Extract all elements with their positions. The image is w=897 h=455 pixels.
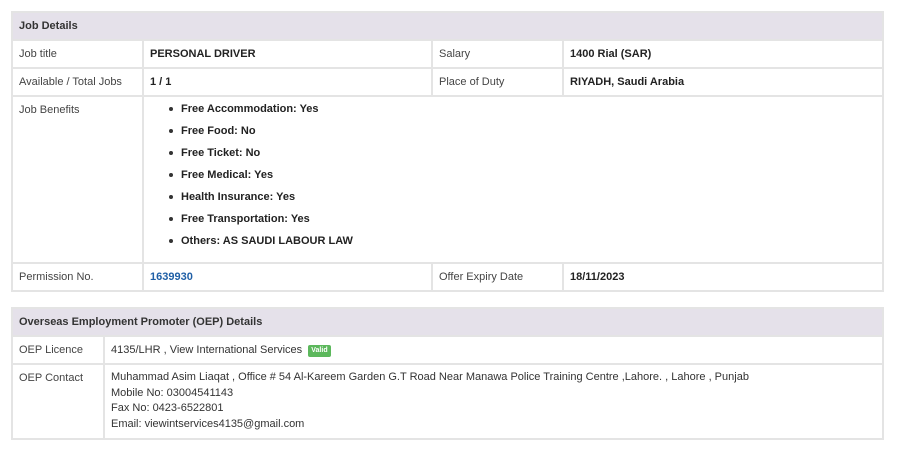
benefit-text: Free Medical: Yes (181, 169, 274, 181)
job-benefits-label: Job Benefits (11, 95, 144, 264)
bullet-icon (169, 195, 173, 199)
job-benefits-cell: Free Accommodation: Yes Free Food: No Fr… (142, 95, 884, 264)
salary-value: 1400 Rial (SAR) (562, 39, 884, 69)
oep-details-table: Overseas Employment Promoter (OEP) Detai… (11, 307, 884, 440)
benefit-text: Free Ticket: No (181, 147, 261, 159)
jobs-count-value: 1 / 1 (142, 67, 433, 97)
oep-details-header: Overseas Employment Promoter (OEP) Detai… (11, 307, 884, 337)
benefit-item: Free Food: No (167, 124, 876, 146)
oep-contact-address: Muhammad Asim Liaqat , Office # 54 Al-Ka… (111, 371, 749, 383)
benefit-item: Free Ticket: No (167, 146, 876, 168)
oep-contact-cell: Muhammad Asim Liaqat , Office # 54 Al-Ka… (103, 363, 884, 440)
benefit-text: Free Accommodation: Yes (181, 103, 319, 115)
benefit-item: Free Transportation: Yes (167, 212, 876, 234)
bullet-icon (169, 151, 173, 155)
valid-status-badge: Valid (308, 345, 331, 357)
bullet-icon (169, 107, 173, 111)
bullet-icon (169, 217, 173, 221)
oep-contact-label: OEP Contact (11, 363, 105, 440)
salary-label: Salary (431, 39, 564, 69)
offer-expiry-value: 18/11/2023 (562, 262, 884, 292)
place-of-duty-label: Place of Duty (431, 67, 564, 97)
job-details-header: Job Details (11, 11, 884, 41)
oep-licence-value: 4135/LHR , View International Services (111, 344, 303, 356)
job-title-value: PERSONAL DRIVER (142, 39, 433, 69)
benefit-item: Free Medical: Yes (167, 168, 876, 190)
benefit-text: Health Insurance: Yes (181, 191, 296, 203)
oep-mobile: Mobile No: 03004541143 (111, 386, 234, 399)
bullet-icon (169, 173, 173, 177)
place-of-duty-value: RIYADH, Saudi Arabia (562, 67, 884, 97)
permission-label: Permission No. (11, 262, 144, 292)
benefit-item: Health Insurance: Yes (167, 190, 876, 212)
job-details-table: Job Details Job title PERSONAL DRIVER Sa… (11, 11, 884, 292)
permission-number-link[interactable]: 1639930 (150, 271, 193, 283)
oep-fax: Fax No: 0423-6522801 (111, 402, 224, 414)
jobs-count-label: Available / Total Jobs (11, 67, 144, 97)
benefit-text: Free Food: No (181, 125, 256, 137)
benefit-text: Free Transportation: Yes (181, 213, 310, 225)
benefit-text: Others: AS SAUDI LABOUR LAW (181, 235, 353, 247)
permission-cell: 1639930 (142, 262, 433, 292)
job-title-label: Job title (11, 39, 144, 69)
bullet-icon (169, 129, 173, 133)
offer-expiry-label: Offer Expiry Date (431, 262, 564, 292)
oep-licence-label: OEP Licence (11, 335, 105, 365)
benefits-list: Free Accommodation: Yes Free Food: No Fr… (167, 102, 876, 256)
benefit-item: Free Accommodation: Yes (167, 102, 876, 124)
oep-email: Email: viewintservices4135@gmail.com (111, 417, 305, 430)
oep-licence-cell: 4135/LHR , View International Services V… (103, 335, 884, 365)
bullet-icon (169, 239, 173, 243)
benefit-item: Others: AS SAUDI LABOUR LAW (167, 234, 876, 256)
